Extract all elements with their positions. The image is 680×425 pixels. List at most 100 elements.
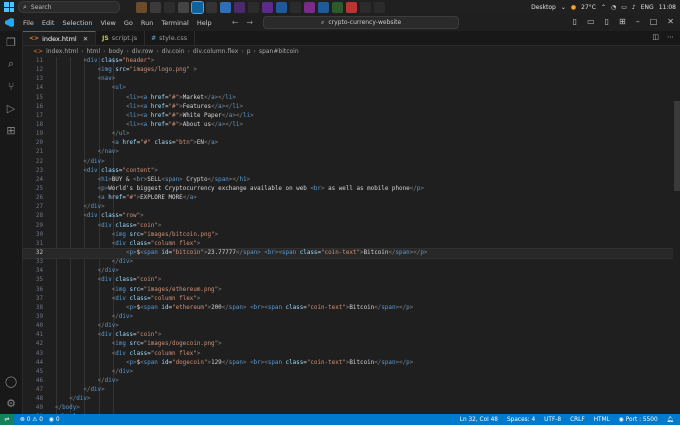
code-line[interactable]: 39 </div> — [23, 313, 673, 322]
bell-icon[interactable]: 🔔︎ — [667, 417, 674, 423]
menu-terminal[interactable]: Terminal — [161, 19, 188, 27]
code-line[interactable]: 34 </div> — [23, 267, 673, 276]
taskbar-app-icon[interactable] — [248, 1, 259, 13]
menu-view[interactable]: View — [100, 19, 115, 27]
code-line[interactable]: 36 <img src="images/ethereum.png"> — [23, 286, 673, 295]
errors-indicator[interactable]: ⊗ 0 ⚠ 0 — [20, 417, 43, 423]
close-icon[interactable]: ✕ — [83, 35, 88, 43]
breadcrumb-item[interactable]: span#bitcoin — [259, 48, 299, 55]
gear-icon[interactable]: ⚙ — [0, 392, 22, 414]
code-line[interactable]: 30 <img src="images/bitcoin.png"> — [23, 231, 673, 240]
toggle-panel-icon[interactable]: ▭ — [587, 17, 595, 26]
taskbar-app-icon[interactable] — [290, 1, 301, 13]
menu-go[interactable]: Go — [124, 19, 133, 27]
language-indicator[interactable]: ENG — [641, 4, 654, 11]
weather-icon[interactable]: ● — [571, 4, 576, 11]
cursor-position[interactable]: Ln 32, Col 48 — [460, 417, 498, 423]
close-button[interactable]: ✕ — [667, 17, 674, 26]
taskbar-app-icon[interactable] — [374, 1, 385, 13]
code-editor[interactable]: 11 <div class="header"> 12 <img src="imag… — [22, 57, 674, 420]
code-line[interactable]: 11 <div class="header"> — [23, 57, 673, 66]
battery-icon[interactable]: ▭ — [621, 4, 627, 11]
weather-temperature[interactable]: 27°C — [581, 4, 596, 11]
taskbar-app-icon[interactable] — [262, 1, 273, 13]
extensions-icon[interactable]: ⊞ — [0, 119, 22, 141]
split-editor-icon[interactable]: ◫ — [652, 33, 659, 41]
code-line[interactable]: 23 <div class="content"> — [23, 167, 673, 176]
code-line[interactable]: 13 <nav> — [23, 75, 673, 84]
breadcrumb-item[interactable]: index.html — [46, 48, 78, 55]
clock[interactable]: 11:08 — [659, 4, 676, 11]
speaker-icon[interactable]: ♪ — [632, 4, 636, 11]
code-line[interactable]: 18 <li><a href="#">About us</a></li> — [23, 121, 673, 130]
taskbar-app-icon[interactable] — [234, 1, 245, 13]
toggle-secondary-sidebar-icon[interactable]: ▯ — [605, 17, 609, 26]
search-icon[interactable]: ⌕ — [0, 53, 22, 75]
breadcrumb-item[interactable]: p — [247, 48, 251, 55]
windows-start-icon[interactable] — [4, 2, 14, 12]
code-line[interactable]: 19 </ul> — [23, 130, 673, 139]
chevron-down-icon[interactable]: ⌄ — [561, 4, 566, 11]
code-line[interactable]: 17 <li><a href="#">White Paper</a></li> — [23, 112, 673, 121]
accounts-icon[interactable]: ◯ — [0, 370, 22, 392]
taskbar-app-icon[interactable] — [304, 1, 315, 13]
github-taskbar-icon[interactable] — [206, 1, 217, 13]
taskbar-app-icon[interactable] — [150, 1, 161, 13]
taskbar-app-icon[interactable] — [276, 1, 287, 13]
code-line[interactable]: 40 </div> — [23, 322, 673, 331]
taskbar-search-box[interactable]: ⌕ Search — [18, 1, 120, 13]
code-line[interactable]: 43 <div class="column flex"> — [23, 350, 673, 359]
code-line[interactable]: 48 </div> — [23, 395, 673, 404]
breadcrumb-item[interactable]: div.row — [132, 48, 153, 55]
taskbar-app-icon[interactable] — [360, 1, 371, 13]
forward-arrow-icon[interactable]: → — [246, 18, 253, 27]
more-actions-icon[interactable]: ⋯ — [667, 33, 674, 41]
code-line[interactable]: 46 </div> — [23, 377, 673, 386]
code-line[interactable]: 44 <p>$<span id="dogecoin">129</span> <b… — [23, 359, 673, 368]
code-line[interactable]: 33 </div> — [23, 258, 673, 267]
code-line[interactable]: 42 <img src="images/dogecoin.png"> — [23, 340, 673, 349]
tab-index-html[interactable]: <> index.html ✕ — [23, 31, 97, 45]
taskbar-app-icon[interactable] — [332, 1, 343, 13]
taskbar-app-icon[interactable] — [220, 1, 231, 13]
code-line[interactable]: 27 </div> — [23, 203, 673, 212]
menu-file[interactable]: File — [23, 19, 34, 27]
taskbar-app-icon[interactable] — [178, 1, 189, 13]
scrollbar-thumb[interactable] — [674, 101, 680, 191]
file-encoding[interactable]: UTF-8 — [544, 417, 561, 423]
taskbar-app-icon[interactable] — [318, 1, 329, 13]
code-line[interactable]: 14 <ul> — [23, 84, 673, 93]
end-of-line[interactable]: CRLF — [570, 417, 585, 423]
menu-run[interactable]: Run — [141, 19, 153, 27]
remote-indicator-icon[interactable]: ⇌ — [0, 414, 14, 425]
language-mode[interactable]: HTML — [594, 417, 610, 423]
vscode-taskbar-icon[interactable] — [191, 0, 204, 14]
code-line[interactable]: 20 <a href="#" class="btn">EN</a> — [23, 139, 673, 148]
code-line[interactable]: 15 <li><a href="#">Market</a></li> — [23, 94, 673, 103]
tab-style-css[interactable]: # style.css — [145, 31, 196, 45]
breadcrumb-item[interactable]: body — [109, 48, 124, 55]
code-line[interactable]: 41 <div class="coin"> — [23, 331, 673, 340]
ports-indicator[interactable]: ◉ 0 — [49, 417, 60, 423]
code-line[interactable]: 25 <p>World's biggest Cryptocurrency exc… — [23, 185, 673, 194]
run-debug-icon[interactable]: ▷ — [0, 97, 22, 119]
code-line[interactable]: 22 </div> — [23, 158, 673, 167]
code-line[interactable]: 31 <div class="column flex"> — [23, 240, 673, 249]
taskbar-app-icon[interactable] — [164, 1, 175, 13]
code-line[interactable]: 28 <div class="row"> — [23, 212, 673, 221]
editor-scrollbar[interactable] — [673, 57, 680, 414]
code-line[interactable]: 26 <a href="#">EXPLORE MORE</a> — [23, 194, 673, 203]
code-line[interactable]: 32 <p>$<span id="bitcoin">23.77777</span… — [22, 247, 674, 260]
taskbar-app-icon[interactable] — [136, 1, 147, 13]
code-line[interactable]: 21 </nav> — [23, 148, 673, 157]
explorer-icon[interactable]: ❐ — [0, 31, 22, 53]
indentation[interactable]: Spaces: 4 — [507, 417, 535, 423]
code-line[interactable]: 16 <li><a href="#">Features</a></li> — [23, 103, 673, 112]
tray-overflow-icon[interactable]: ⌃ — [601, 4, 606, 11]
taskbar-app-icon[interactable] — [346, 1, 357, 13]
code-line[interactable]: 35 <div class="coin"> — [23, 276, 673, 285]
wifi-icon[interactable]: ◔ — [611, 4, 616, 11]
code-line[interactable]: 49 </body> — [23, 404, 673, 413]
code-line[interactable]: 45 </div> — [23, 368, 673, 377]
code-line[interactable]: 24 <h1>BUY & <br>SELL<span> Crypto</span… — [23, 176, 673, 185]
